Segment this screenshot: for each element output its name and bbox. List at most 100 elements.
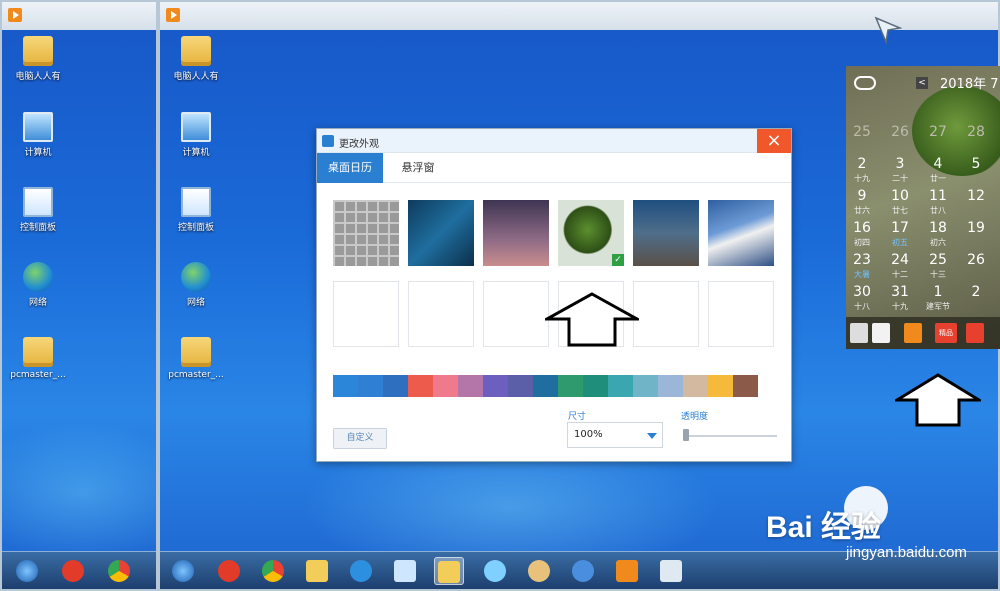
desktop-icon-control-panel[interactable]: 控制面板 (160, 187, 232, 233)
color-swatch[interactable] (633, 375, 658, 397)
featured-button[interactable]: 精品 (935, 323, 957, 343)
taskbar-control-panel[interactable] (390, 557, 420, 585)
color-swatch[interactable] (358, 375, 383, 397)
color-swatch[interactable] (558, 375, 583, 397)
windows-start-icon (16, 560, 38, 582)
desktop-icon-pcmaster[interactable]: pcmaster_... (160, 337, 232, 380)
color-swatch[interactable] (483, 375, 508, 397)
calendar-day-cell[interactable]: 30 十八 (846, 284, 880, 316)
taskbar-explorer[interactable] (302, 557, 332, 585)
taskbar-app-1[interactable] (214, 557, 244, 585)
size-select[interactable]: 100% (567, 422, 663, 448)
calendar-day-number: 28 (967, 124, 985, 140)
calendar-day-cell[interactable]: 5 (958, 156, 994, 188)
taskbar-paint[interactable] (524, 557, 554, 585)
weather-cloud-icon[interactable] (854, 76, 876, 90)
toolbox-icon[interactable] (966, 323, 984, 343)
calendar-day-cell[interactable]: 25 十三 (920, 252, 956, 284)
calendar-day-number: 1 (933, 284, 943, 300)
calendar-day-cell[interactable]: 10 廿七 (882, 188, 918, 220)
color-swatch[interactable] (658, 375, 683, 397)
color-swatch[interactable] (608, 375, 633, 397)
color-swatch[interactable] (333, 375, 358, 397)
tab-desktop-calendar[interactable]: 桌面日历 (317, 153, 383, 183)
calendar-day-cell[interactable]: 2 十九 (846, 156, 880, 188)
theme-slot-empty[interactable] (408, 281, 474, 347)
taskbar-chrome[interactable] (258, 557, 288, 585)
calendar-day-number: 12 (967, 188, 985, 204)
calendar-day-cell[interactable]: 28 (958, 124, 994, 156)
start-button[interactable] (12, 557, 42, 585)
color-swatch[interactable] (583, 375, 608, 397)
app-icon (166, 8, 180, 22)
color-swatch[interactable] (683, 375, 708, 397)
theme-thumb-grid[interactable] (333, 200, 399, 266)
calendar-day-cell[interactable]: 17 初五 (882, 220, 918, 252)
selected-check-icon: ✓ (612, 254, 624, 266)
taskbar-media[interactable] (612, 557, 642, 585)
color-swatch[interactable] (733, 375, 758, 397)
theme-slot-empty[interactable] (483, 281, 549, 347)
color-swatch[interactable] (708, 375, 733, 397)
calendar-day-cell[interactable]: 23 大暑 (846, 252, 880, 284)
desktop-icon-network[interactable]: 网络 (160, 262, 232, 308)
taskbar-browser[interactable] (346, 557, 376, 585)
start-button[interactable] (168, 557, 198, 585)
calendar-day-cell[interactable]: 11 廿八 (920, 188, 956, 220)
theme-thumb-dusk[interactable] (483, 200, 549, 266)
calendar-day-cell[interactable]: 2 (958, 284, 994, 316)
calendar-day-cell[interactable]: 3 二十 (882, 156, 918, 188)
taskbar-calendar-app[interactable] (434, 557, 464, 585)
calendar-day-cell[interactable]: 31 十九 (882, 284, 918, 316)
calendar-day-cell[interactable]: 12 (958, 188, 994, 220)
taskbar-app-dots[interactable] (568, 557, 598, 585)
color-swatch[interactable] (408, 375, 433, 397)
desktop-icon-computer[interactable]: 计算机 (2, 112, 74, 158)
theme-thumb-sea[interactable] (633, 200, 699, 266)
desktop-icon-network[interactable]: 网络 (2, 262, 74, 308)
theme-thumb-tree[interactable]: ✓ (558, 200, 624, 266)
size-value: 100% (574, 429, 603, 440)
opacity-slider-handle[interactable] (683, 429, 689, 441)
theme-thumb-blue-waves[interactable] (408, 200, 474, 266)
opacity-slider-track[interactable] (685, 435, 777, 437)
calendar-day-cell[interactable]: 9 廿六 (846, 188, 880, 220)
custom-button[interactable]: 自定义 (333, 428, 387, 449)
prev-month-button[interactable]: < (916, 77, 928, 89)
calendar-day-cell[interactable]: 19 (958, 220, 994, 252)
theme-slot-empty[interactable] (633, 281, 699, 347)
desktop-icon-computer[interactable]: 计算机 (160, 112, 232, 158)
calendar-day-cell[interactable]: 24 十二 (882, 252, 918, 284)
calendar-header: < 2018年 7 (846, 66, 1000, 100)
tab-floating-window[interactable]: 悬浮窗 (385, 153, 451, 183)
color-swatch[interactable] (433, 375, 458, 397)
desktop-icon-pcmaster[interactable]: pcmaster_... (2, 337, 74, 380)
calendar-day-cell[interactable]: 18 初六 (920, 220, 956, 252)
calendar-day-cell[interactable]: 16 初四 (846, 220, 880, 252)
close-button[interactable]: × (757, 129, 791, 153)
calendar-day-cell[interactable]: 26 (882, 124, 918, 156)
size-label: 尺寸 (568, 412, 587, 422)
calendar-day-cell[interactable]: 1 建军节 (920, 284, 956, 316)
taskbar-app-swirl[interactable] (480, 557, 510, 585)
desktop-icon-control-panel[interactable]: 控制面板 (2, 187, 74, 233)
color-swatch[interactable] (508, 375, 533, 397)
desktop-icon-user-folder[interactable]: 电脑人人有 (160, 36, 232, 82)
calendar-day-cell[interactable]: 4 廿一 (920, 156, 956, 188)
desktop-icon-user-folder[interactable]: 电脑人人有 (2, 36, 74, 82)
color-swatch[interactable] (458, 375, 483, 397)
theme-slot-empty[interactable] (333, 281, 399, 347)
calendar-day-cell[interactable]: 26 (958, 252, 994, 284)
taskbar-chrome[interactable] (104, 557, 134, 585)
color-swatch[interactable] (383, 375, 408, 397)
notes-icon[interactable] (872, 323, 890, 343)
calendar-day-cell[interactable]: 27 (920, 124, 956, 156)
taskbar-app-grid[interactable] (656, 557, 686, 585)
color-swatch[interactable] (533, 375, 558, 397)
taskbar-app-1[interactable] (58, 557, 88, 585)
pen-icon[interactable] (850, 323, 868, 343)
notebook-icon[interactable] (904, 323, 922, 343)
theme-thumb-mountains[interactable] (708, 200, 774, 266)
calendar-day-cell[interactable]: 25 (846, 124, 880, 156)
theme-slot-empty[interactable] (708, 281, 774, 347)
